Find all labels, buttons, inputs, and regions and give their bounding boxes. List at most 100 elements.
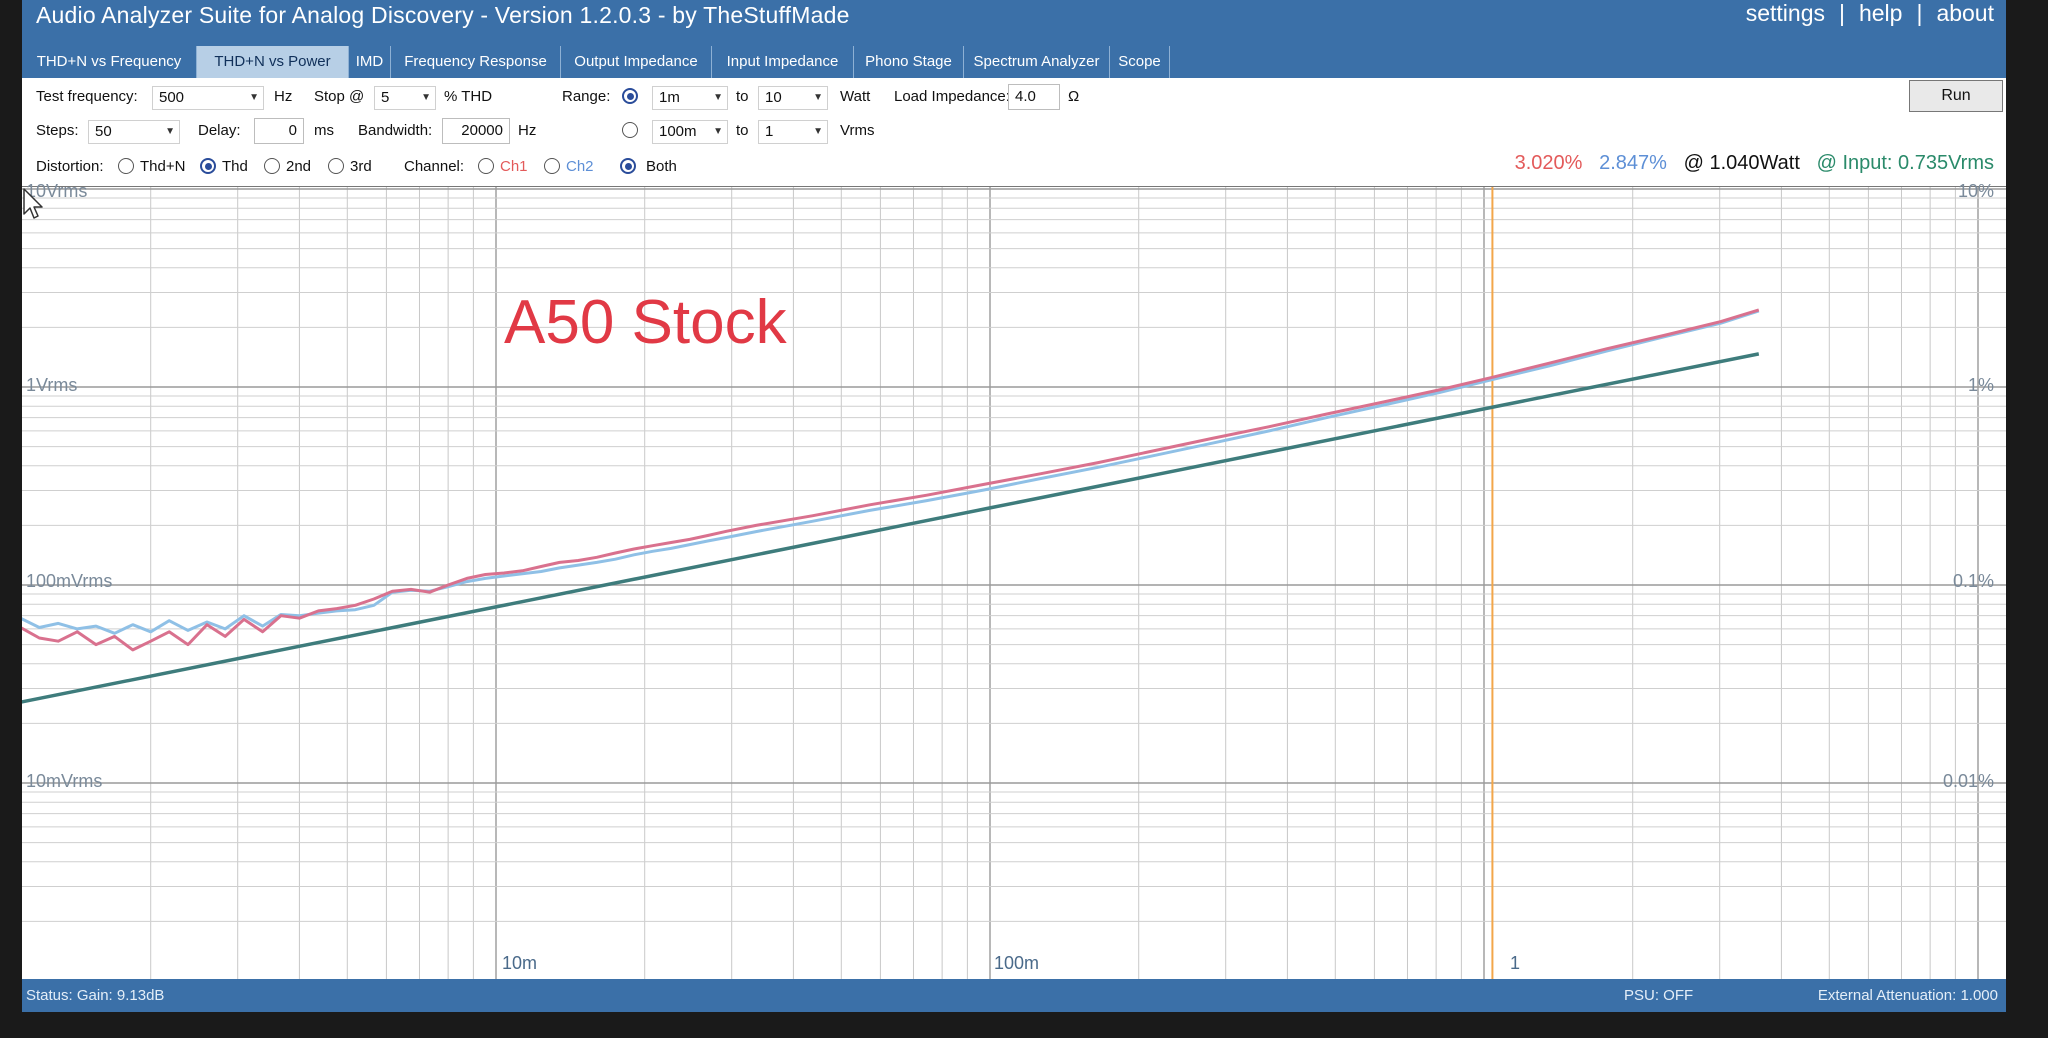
plot-annotation: A50 Stock — [504, 288, 787, 357]
chevron-down-icon: ▼ — [813, 92, 823, 103]
hz-unit: Hz — [274, 88, 293, 105]
y-right-tick-10pct: 10% — [1957, 181, 1994, 201]
test-frequency-combo[interactable]: 500 ▼ — [152, 86, 264, 110]
channel-ch2-label: Ch2 — [566, 158, 594, 175]
chevron-down-icon: ▼ — [713, 126, 723, 137]
steps-combo[interactable]: 50 ▼ — [88, 120, 180, 144]
channel-ch1-radio[interactable] — [478, 158, 494, 174]
y-left-tick-100mv: 100mVrms — [26, 571, 113, 591]
y-right-tick-01pct: 0.1% — [1952, 571, 1994, 591]
channel-ch1-label: Ch1 — [500, 158, 528, 175]
range-watt-to-value: 10 — [765, 89, 782, 106]
measurement-readout: 3.020% 2.847% @ 1.040Watt @ Input: 0.735… — [1515, 152, 1994, 175]
tab-frequency-response[interactable]: Frequency Response — [391, 46, 561, 78]
distortion-thd-label: Thd — [222, 158, 248, 175]
channel-ch2-radio[interactable] — [544, 158, 560, 174]
to-label: to — [736, 122, 749, 139]
controls-panel: Test frequency: 500 ▼ Hz Stop @ 5 ▼ % TH… — [22, 78, 2006, 186]
vrms-unit: Vrms — [840, 122, 875, 139]
app-window: Audio Analyzer Suite for Analog Discover… — [22, 0, 2006, 1012]
y-left-tick-10mv: 10mVrms — [26, 771, 103, 791]
readout-ch1: 3.020% — [1514, 152, 1583, 174]
delay-label: Delay: — [198, 122, 241, 139]
tab-output-impedance[interactable]: Output Impedance — [561, 46, 712, 78]
distortion-3rd-radio[interactable] — [328, 158, 344, 174]
tab-input-impedance[interactable]: Input Impedance — [712, 46, 854, 78]
range-watt-to-combo[interactable]: 10 ▼ — [758, 86, 828, 110]
range-label: Range: — [562, 88, 611, 105]
stop-unit: % THD — [444, 88, 493, 105]
plot-canvas — [22, 187, 2006, 980]
test-frequency-value: 500 — [159, 89, 185, 106]
channel-both-label: Both — [646, 158, 677, 175]
readout-input: @ Input: 0.735Vrms — [1816, 152, 1994, 174]
settings-link[interactable]: settings — [1746, 0, 1825, 27]
range-watt-from-value: 1m — [659, 89, 680, 106]
range-vrms-radio[interactable] — [622, 122, 638, 138]
run-button[interactable]: Run — [1909, 80, 2003, 112]
y-right-tick-1pct: 1% — [1967, 375, 1994, 395]
stop-combo[interactable]: 5 ▼ — [374, 86, 436, 110]
bandwidth-label: Bandwidth: — [358, 122, 433, 139]
chevron-down-icon: ▼ — [713, 92, 723, 103]
link-separator: | — [1838, 0, 1845, 26]
range-vrms-from-combo[interactable]: 100m ▼ — [652, 120, 728, 144]
title-bar: Audio Analyzer Suite for Analog Discover… — [22, 0, 2006, 44]
chevron-down-icon: ▼ — [165, 126, 175, 137]
stop-value: 5 — [381, 89, 390, 106]
delay-input[interactable]: 0 — [254, 118, 304, 144]
chevron-down-icon: ▼ — [421, 92, 431, 103]
bandwidth-unit: Hz — [518, 122, 537, 139]
tab-thdn-vs-frequency[interactable]: THD+N vs Frequency — [22, 46, 197, 78]
channel-both-radio[interactable] — [620, 158, 636, 174]
app-title: Audio Analyzer Suite for Analog Discover… — [36, 2, 850, 28]
range-vrms-to-combo[interactable]: 1 ▼ — [758, 120, 828, 144]
bandwidth-input[interactable]: 20000 — [442, 118, 510, 144]
y-left-tick-1v: 1Vrms — [26, 375, 78, 395]
steps-value: 50 — [95, 123, 112, 140]
load-impedance-input[interactable]: 4.0 — [1008, 84, 1060, 110]
tab-thdn-vs-power[interactable]: THD+N vs Power — [197, 46, 349, 78]
external-attenuation: External Attenuation: 1.000 — [1817, 987, 1998, 1004]
distortion-thdn-radio[interactable] — [118, 158, 134, 174]
tab-phono-stage[interactable]: Phono Stage — [854, 46, 964, 78]
x-tick-100m: 100m — [994, 953, 1040, 973]
status-text: Status: Gain: 9.13dB — [26, 987, 165, 1004]
mouse-pointer-icon — [23, 188, 43, 219]
to-label: to — [736, 88, 749, 105]
distortion-thdn-label: Thd+N — [140, 158, 186, 175]
series-line-input — [22, 352, 1760, 704]
watt-unit: Watt — [840, 88, 871, 105]
title-links: settings | help | about — [1746, 0, 1994, 27]
ohm-unit: Ω — [1068, 88, 1080, 105]
tab-spectrum-analyzer[interactable]: Spectrum Analyzer — [964, 46, 1110, 78]
y-right-tick-001pct: 0.01% — [1942, 771, 1994, 791]
distortion-2nd-radio[interactable] — [264, 158, 280, 174]
help-link[interactable]: help — [1859, 0, 1902, 27]
distortion-thd-radio[interactable] — [200, 158, 216, 174]
load-impedance-label: Load Impedance: — [894, 88, 1010, 105]
tab-scope[interactable]: Scope — [1110, 46, 1170, 78]
readout-ch2: 2.847% — [1599, 152, 1667, 174]
distortion-2nd-label: 2nd — [286, 158, 312, 175]
channel-label: Channel: — [404, 158, 465, 175]
ms-unit: ms — [314, 122, 334, 139]
steps-label: Steps: — [36, 122, 79, 139]
range-vrms-from-value: 100m — [659, 123, 697, 140]
readout-power: @ 1.040Watt — [1683, 152, 1800, 174]
test-frequency-label: Test frequency: — [36, 88, 138, 105]
chevron-down-icon: ▼ — [249, 92, 259, 103]
about-link[interactable]: about — [1936, 0, 1994, 27]
x-tick-10m: 10m — [502, 953, 538, 973]
range-watt-from-combo[interactable]: 1m ▼ — [652, 86, 728, 110]
tab-imd[interactable]: IMD — [349, 46, 391, 78]
psu-status: PSU: OFF — [1624, 987, 1694, 1004]
thd-vs-power-plot[interactable]: A50 Stock 10Vrms 1Vrms 100mVrms 10mVrms … — [22, 181, 2006, 980]
link-separator: | — [1916, 0, 1923, 26]
chevron-down-icon: ▼ — [813, 126, 823, 137]
distortion-3rd-label: 3rd — [350, 158, 372, 175]
distortion-label: Distortion: — [36, 158, 104, 175]
range-watt-radio[interactable] — [622, 88, 638, 104]
range-vrms-to-value: 1 — [765, 123, 774, 140]
stop-label: Stop @ — [314, 88, 365, 105]
